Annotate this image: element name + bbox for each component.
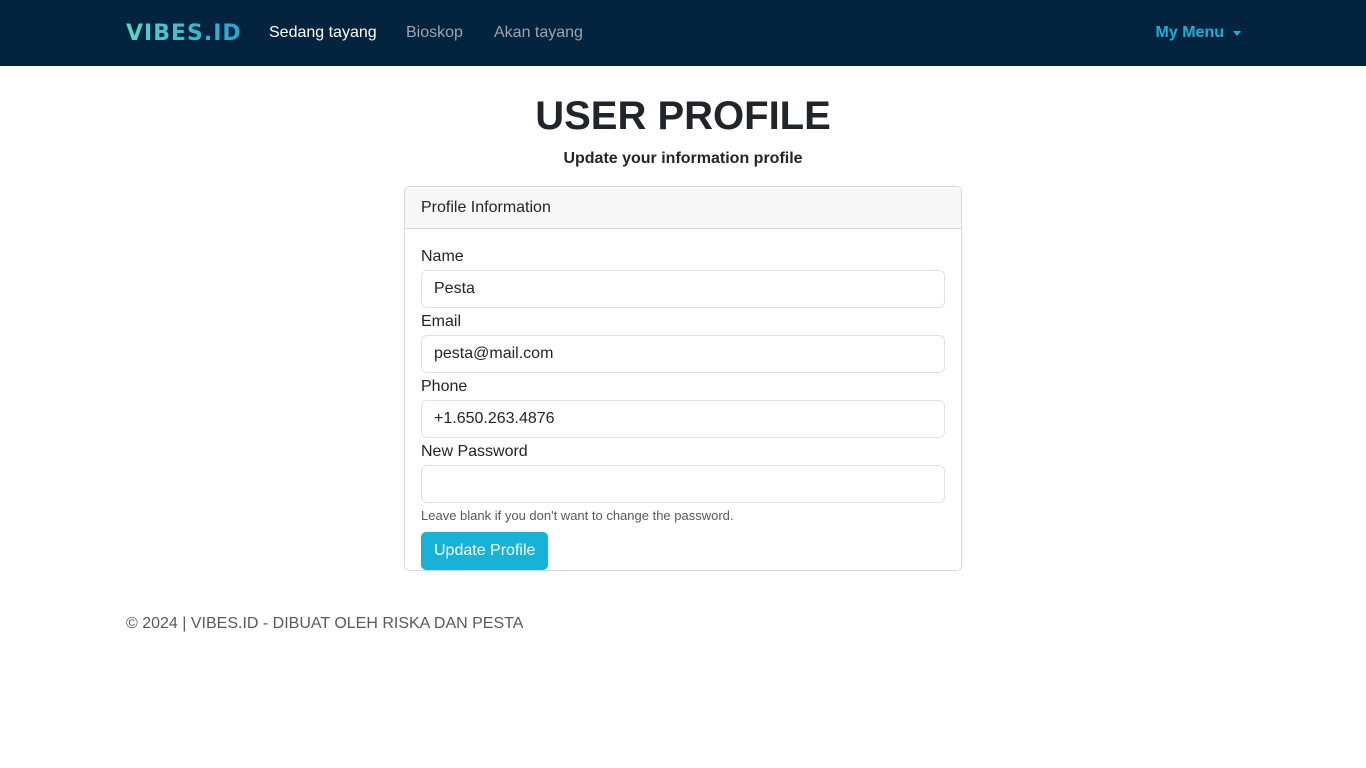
page-subtitle: Update your information profile bbox=[563, 150, 803, 167]
page-title: USER PROFILE bbox=[535, 94, 831, 138]
name-input[interactable] bbox=[421, 270, 945, 308]
top-navbar: VIBES.ID Sedang tayang Bioskop Akan taya… bbox=[0, 0, 1366, 66]
nav-link-bioskop[interactable]: Bioskop bbox=[406, 23, 463, 43]
email-input[interactable] bbox=[421, 335, 945, 373]
brand-logo[interactable]: VIBES.ID bbox=[126, 20, 242, 46]
name-label: Name bbox=[421, 248, 464, 265]
profile-form: Name Email Phone New Password Leave blan… bbox=[405, 229, 961, 570]
phone-label: Phone bbox=[421, 378, 468, 395]
caret-down-icon bbox=[1233, 30, 1241, 36]
nav-link-akan-tayang[interactable]: Akan tayang bbox=[494, 23, 583, 43]
footer-text: © 2024 | VIBES.ID - DIBUAT OLEH RISKA DA… bbox=[126, 615, 524, 632]
card-header: Profile Information bbox=[405, 187, 961, 229]
update-profile-button[interactable]: Update Profile bbox=[421, 532, 549, 570]
phone-field-group: Phone bbox=[421, 377, 945, 438]
password-field-group: New Password Leave blank if you don't wa… bbox=[421, 442, 945, 524]
brand-logo-text: VIBES.ID bbox=[126, 20, 242, 46]
profile-card: Profile Information Name Email Phone New… bbox=[404, 186, 962, 571]
my-menu-dropdown[interactable]: My Menu bbox=[1156, 23, 1241, 43]
email-label: Email bbox=[421, 313, 462, 330]
nav-link-sedang-tayang[interactable]: Sedang tayang bbox=[269, 23, 377, 43]
new-password-input[interactable] bbox=[421, 465, 945, 503]
phone-input[interactable] bbox=[421, 400, 945, 438]
email-field-group: Email bbox=[421, 312, 945, 373]
name-field-group: Name bbox=[421, 247, 945, 308]
new-password-label: New Password bbox=[421, 443, 528, 460]
password-help-text: Leave blank if you don't want to change … bbox=[421, 508, 734, 523]
my-menu-label: My Menu bbox=[1155, 24, 1224, 41]
